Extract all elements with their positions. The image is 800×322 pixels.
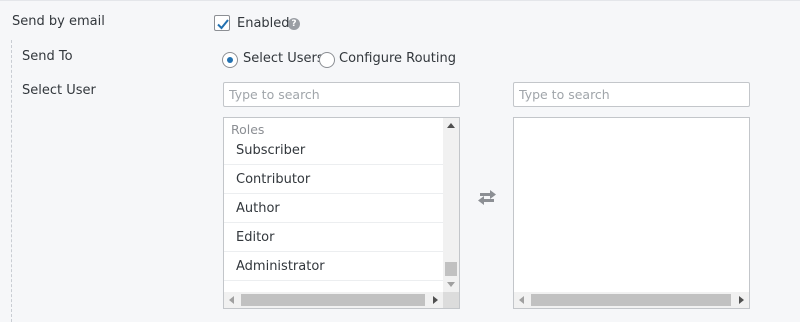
configure-routing-radio[interactable] [319,52,335,68]
select-users-label[interactable]: Select Users [243,51,324,66]
question-circle-icon[interactable]: ? [288,18,300,30]
send-by-email-label: Send by email [12,14,105,29]
available-horizontal-scrollbar[interactable] [224,292,459,308]
select-user-label: Select User [22,83,96,98]
horizontal-scroll-thumb[interactable] [531,294,731,306]
section-indent-guide [11,40,12,322]
available-search-input[interactable] [223,82,460,107]
roles-group-label: Roles [231,122,265,137]
send-to-label: Send To [22,49,73,64]
list-item-subscriber[interactable]: Subscriber [224,136,443,165]
list-item-contributor[interactable]: Contributor [224,165,443,194]
scroll-right-icon[interactable] [739,296,744,304]
exchange-arrows-icon[interactable] [476,188,498,206]
scroll-down-icon[interactable] [447,282,455,287]
scroll-right-icon[interactable] [433,296,438,304]
selected-users-list[interactable] [513,117,750,309]
select-users-radio[interactable] [222,52,238,68]
selected-search-input[interactable] [513,82,750,107]
enabled-checkbox[interactable] [214,15,230,31]
vertical-scroll-thumb[interactable] [445,262,457,276]
available-users-list[interactable]: Roles Subscriber Contributor Author Edit… [223,117,460,309]
scroll-left-icon[interactable] [519,296,524,304]
list-item-administrator[interactable]: Administrator [224,252,443,281]
horizontal-scroll-thumb[interactable] [241,294,425,306]
selected-horizontal-scrollbar[interactable] [514,292,749,308]
configure-routing-label[interactable]: Configure Routing [339,51,456,66]
scroll-left-icon[interactable] [229,296,234,304]
available-vertical-scrollbar[interactable] [443,118,459,292]
list-item-editor[interactable]: Editor [224,223,443,252]
list-item-author[interactable]: Author [224,194,443,223]
scrollbar-corner [443,292,459,308]
top-divider [0,0,800,1]
scroll-up-icon[interactable] [447,123,455,128]
checkmark-icon [217,19,229,30]
enabled-label[interactable]: Enabled [237,16,290,31]
